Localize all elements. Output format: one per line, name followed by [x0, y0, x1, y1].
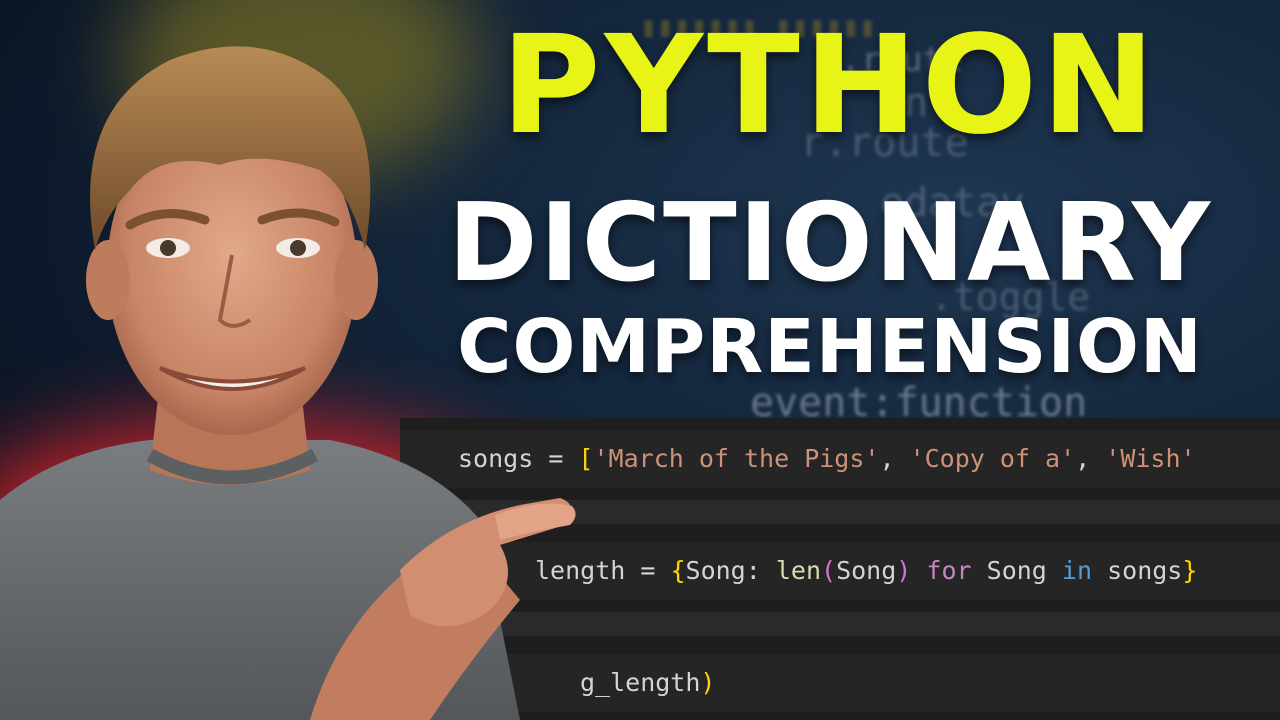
title-line-comprehension: COMPREHENSION [457, 304, 1203, 390]
right-ear [334, 240, 378, 320]
title-line-dictionary: DICTIONARY [447, 181, 1213, 306]
left-ear [86, 240, 130, 320]
thumbnail: ▮▮▮▮▮▮▮ ▮▮▮▮▮▮ c.route ent r.route edata… [0, 0, 1280, 720]
title-line-python: PYTHON [500, 7, 1160, 165]
